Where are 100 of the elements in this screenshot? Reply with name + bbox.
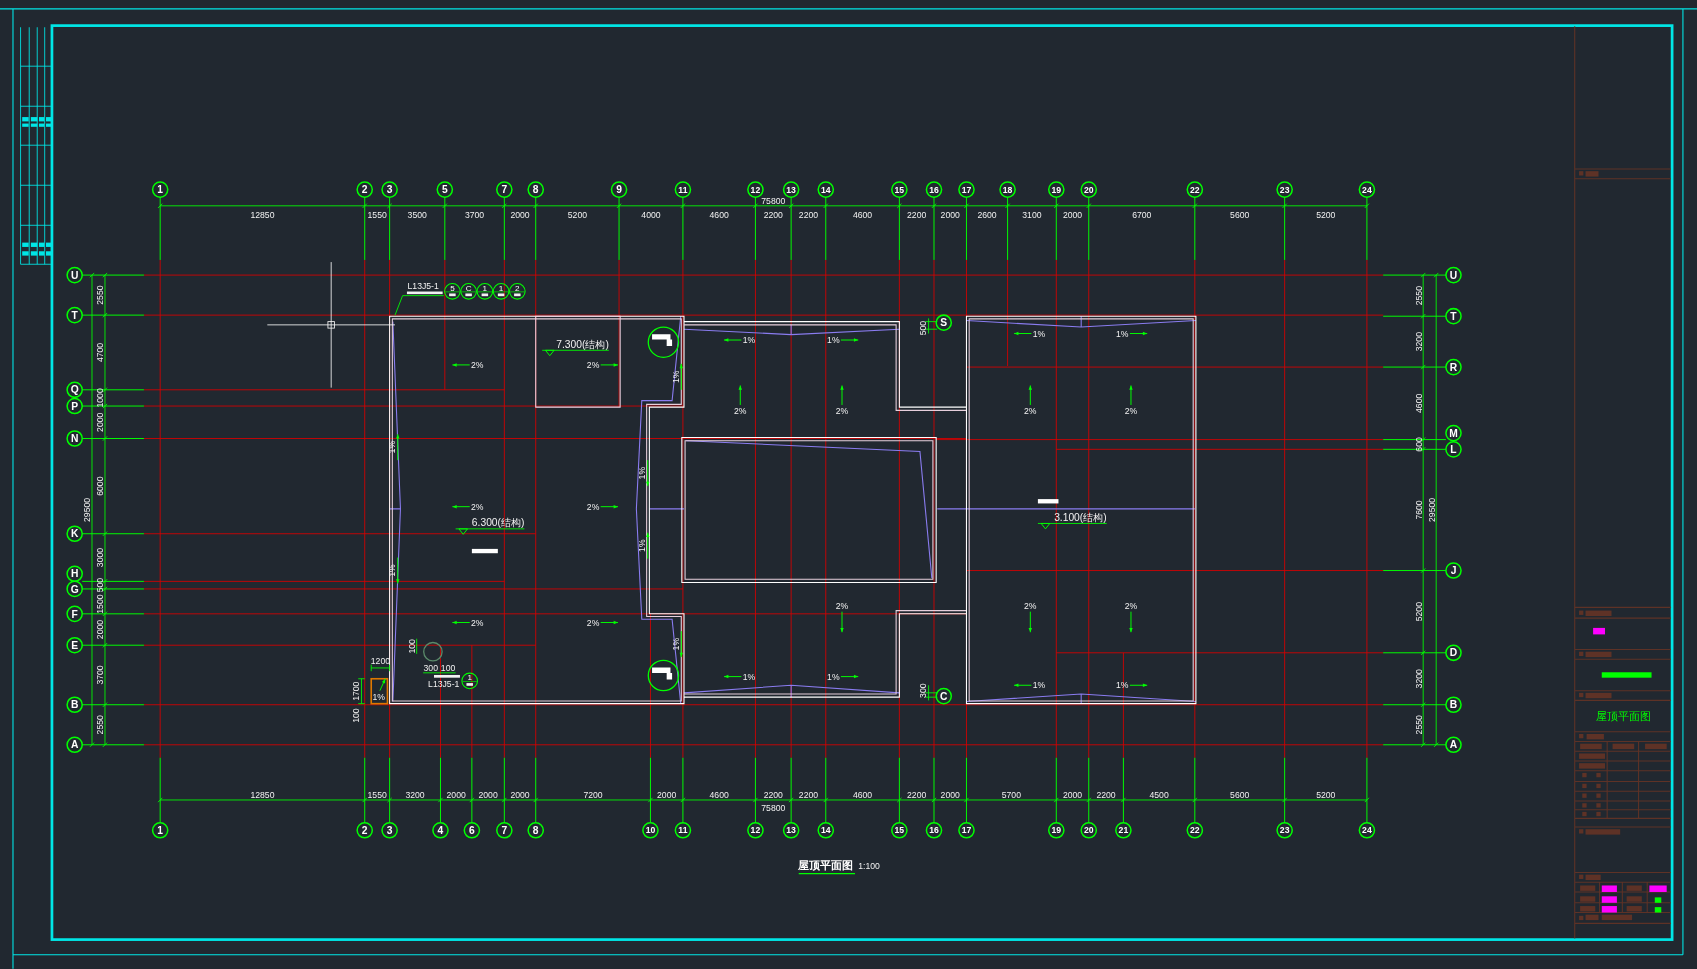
dimension-text: 100 bbox=[350, 708, 361, 723]
dimension-text: 300 bbox=[917, 683, 928, 698]
dimension-text: 600 bbox=[1413, 437, 1424, 452]
axis-bubble: 3 bbox=[381, 821, 398, 839]
illegible-text-mark bbox=[406, 291, 443, 295]
dimension-text: 7600 bbox=[1413, 500, 1424, 520]
axis-bubble: A bbox=[66, 736, 83, 754]
dimension-text: 2000 bbox=[1062, 210, 1083, 221]
drawing-name-text: 屋顶平面图 bbox=[1595, 709, 1651, 722]
solid-bar bbox=[471, 548, 498, 554]
axis-bubble: 22 bbox=[1186, 181, 1204, 198]
slope-text: 1% bbox=[1032, 680, 1046, 691]
axis-bubble: T bbox=[66, 306, 83, 324]
dimension-text: 3500 bbox=[407, 210, 427, 221]
illegible-text-mark bbox=[1579, 753, 1605, 759]
dimension-text: 5200 bbox=[567, 210, 587, 221]
slope-text: 2% bbox=[734, 405, 747, 416]
dimension-text: 75800 bbox=[761, 803, 786, 814]
drawing-title: 屋顶平面图 bbox=[798, 859, 854, 872]
axis-bubble: S bbox=[935, 314, 953, 332]
slope-arrow bbox=[396, 557, 400, 584]
illegible-text-mark bbox=[1626, 896, 1642, 902]
slope-text: 1% bbox=[670, 637, 681, 651]
dimension-text: 75800 bbox=[761, 196, 786, 207]
dimension-text: 12850 bbox=[250, 210, 275, 221]
axis-bubble: 9 bbox=[610, 181, 628, 198]
axis-bubble: 22 bbox=[1186, 821, 1204, 839]
dimension-text: 2000 bbox=[940, 789, 960, 800]
slope-arrow bbox=[1013, 683, 1032, 687]
dimension-line bbox=[416, 638, 457, 674]
axis-bubble: R bbox=[1445, 358, 1462, 376]
axis-bubble: 19 bbox=[1047, 181, 1065, 198]
slope-arrow bbox=[451, 504, 471, 509]
slope-text: 2% bbox=[835, 601, 849, 612]
dimension-text: 3100 bbox=[1022, 210, 1042, 221]
slope-text: 2% bbox=[1124, 405, 1138, 416]
dimension-text: 2000 bbox=[510, 789, 530, 800]
dimension-text: 2200 bbox=[907, 789, 927, 800]
slope-text: 1% bbox=[827, 671, 840, 682]
dimension-text: 29500 bbox=[1426, 497, 1437, 522]
dimension-text: 3200 bbox=[1413, 669, 1424, 689]
illegible-text-mark bbox=[434, 675, 460, 678]
axis-bubble: 20 bbox=[1080, 181, 1098, 198]
dimension-text: 2550 bbox=[95, 715, 106, 735]
slope-arrow bbox=[600, 363, 619, 367]
axis-bubble: H bbox=[66, 565, 83, 583]
leader-line bbox=[394, 295, 445, 316]
illegible-text-mark bbox=[1580, 906, 1596, 912]
drain-symbol-icon bbox=[647, 326, 680, 358]
dimension-text: 1550 bbox=[367, 210, 387, 221]
dimension-text: 4000 bbox=[641, 210, 661, 221]
dimension-text: 2600 bbox=[977, 210, 997, 221]
dimension-text: 2000 bbox=[95, 412, 106, 432]
slope-text: 2% bbox=[586, 501, 600, 512]
slope-arrow bbox=[723, 338, 742, 342]
illegible-text-mark bbox=[1580, 896, 1596, 902]
axis-bubble: 11 bbox=[674, 181, 692, 198]
axis-bubble: K bbox=[66, 525, 83, 543]
axis-bubble: 14 bbox=[817, 821, 835, 839]
slope-text: 1% bbox=[742, 335, 756, 346]
slope-text: 1% bbox=[742, 671, 756, 682]
axis-bubble: J bbox=[1445, 562, 1462, 579]
dimension-line bbox=[924, 684, 938, 701]
slope-arrow bbox=[679, 363, 683, 391]
slope-text: 1% bbox=[670, 370, 681, 384]
dimension-text: 2550 bbox=[1413, 715, 1424, 735]
scale-text: 1:100 bbox=[858, 861, 880, 872]
dimension-text: 2000 bbox=[95, 619, 106, 640]
slope-arrow bbox=[840, 385, 844, 406]
axis-bubble: 20 bbox=[1080, 821, 1098, 839]
dimension-text: 5200 bbox=[1316, 789, 1336, 800]
slope-text: 2% bbox=[1124, 601, 1138, 612]
illegible-text-mark bbox=[1593, 627, 1605, 635]
dimension-text: 2200 bbox=[763, 210, 783, 221]
slope-arrow bbox=[451, 363, 471, 367]
axis-bubble: 10 bbox=[642, 821, 659, 839]
slope-text: 2% bbox=[471, 501, 484, 512]
axis-bubble: 13 bbox=[782, 821, 800, 839]
illegible-text-mark bbox=[1580, 743, 1602, 750]
axis-bubble: A bbox=[1445, 736, 1462, 754]
slope-arrow bbox=[679, 630, 683, 658]
dimension-text: 5600 bbox=[1230, 789, 1250, 800]
axis-bubble: 12 bbox=[747, 821, 764, 839]
dimension-text: 1550 bbox=[367, 789, 387, 800]
illegible-text-mark bbox=[1645, 743, 1667, 750]
dimension-text: 2200 bbox=[907, 210, 927, 221]
axis-bubble: 21 bbox=[1115, 821, 1132, 839]
axis-bubble: 5 bbox=[436, 181, 454, 198]
illegible-text-mark bbox=[1601, 885, 1617, 892]
solid-bar bbox=[1037, 499, 1059, 504]
axis-bubble: 17 bbox=[958, 821, 975, 839]
axis-bubble: 23 bbox=[1276, 821, 1293, 839]
slope-text: 1% bbox=[387, 564, 398, 577]
slope-arrow bbox=[396, 433, 400, 461]
dimension-text: 100 bbox=[440, 662, 456, 673]
dimension-text: 2000 bbox=[446, 789, 466, 800]
axis-bubble: 14 bbox=[817, 181, 835, 198]
dimension-text: 4600 bbox=[852, 789, 873, 800]
axis-bubble: 16 bbox=[925, 181, 943, 198]
axis-bubble: 1 bbox=[151, 181, 169, 198]
